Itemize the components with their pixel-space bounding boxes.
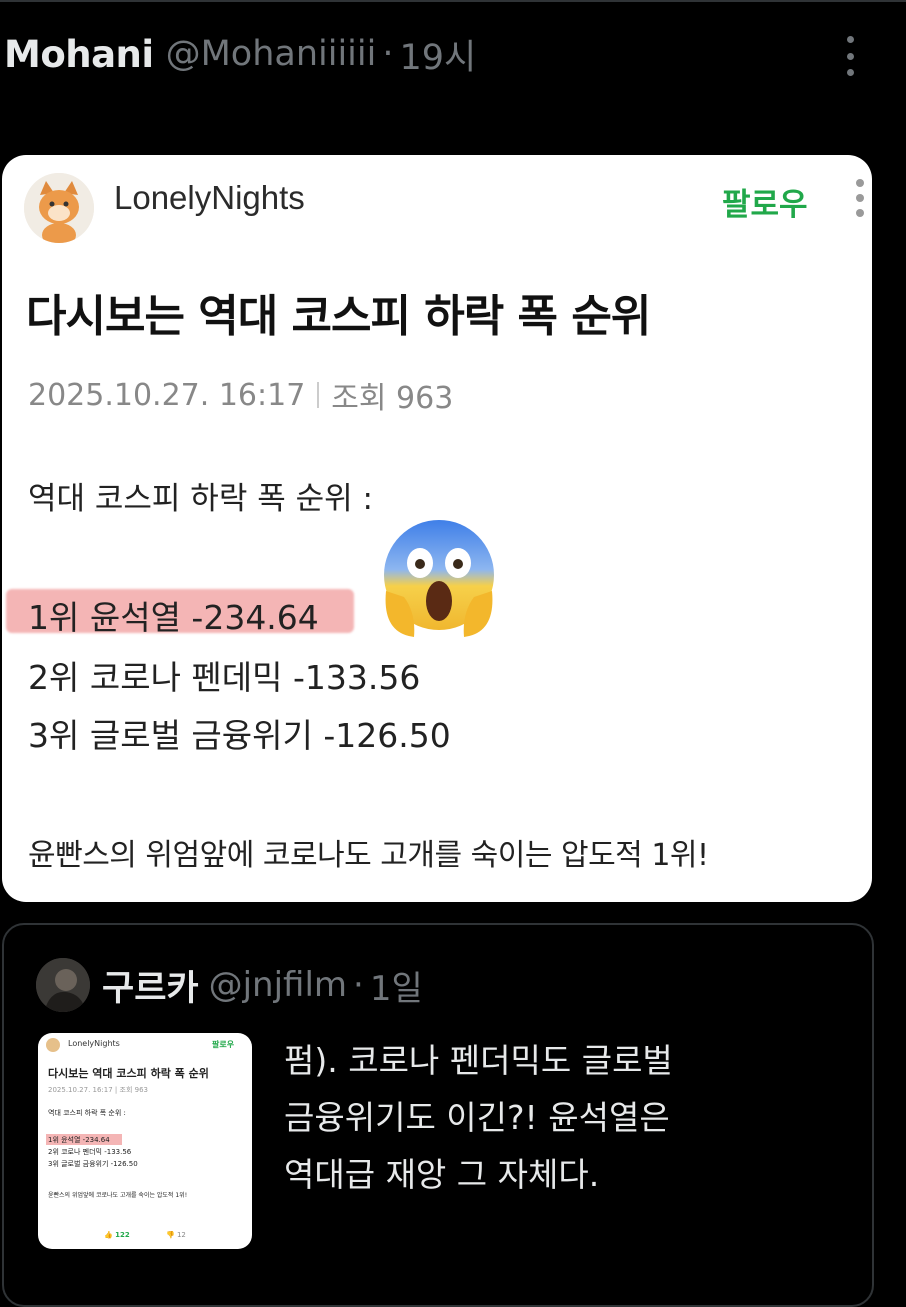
thumb-dislike-count: 👎 12	[166, 1231, 186, 1239]
card-meta: 2025.10.27. 16:17 조회 963	[28, 373, 453, 417]
thumb-follow-label: 팔로우	[212, 1040, 235, 1049]
more-options-icon[interactable]	[840, 36, 860, 76]
avatar	[24, 173, 94, 243]
post-header: Mohani @Mohaniiiiii · 19시	[4, 30, 476, 78]
quoted-timestamp[interactable]: 1일	[370, 961, 423, 1010]
post-timestamp[interactable]: 19시	[400, 29, 477, 80]
card-footer-text: 윤빤스의 위엄앞에 코로나도 고개를 숙이는 압도적 1위!	[28, 838, 709, 873]
quoted-display-name[interactable]: 구르카	[102, 960, 199, 1011]
quoted-text-line: 역대급 재앙 그 자체다.	[284, 1155, 600, 1194]
card-more-icon	[854, 179, 866, 217]
ranking-line: 3위 글로벌 금융위기 -126.50	[28, 716, 451, 755]
embedded-image[interactable]: LonelyNights 팔로우 다시보는 역대 코스피 하락 폭 순위 202…	[2, 155, 872, 902]
follow-button: 팔로우	[722, 187, 808, 223]
thumb-footer: 윤빤스의 위엄앞에 코로나도 고개를 숙이는 압도적 1위!	[48, 1192, 188, 1199]
card-date: 2025.10.27. 16:17	[28, 377, 306, 413]
card-subtitle: 역대 코스피 하락 폭 순위 :	[28, 481, 373, 517]
separator-dot: ·	[382, 34, 394, 74]
separator-dot: ·	[353, 965, 364, 1005]
card-author-name: LonelyNights	[114, 179, 305, 216]
avatar[interactable]	[36, 958, 90, 1012]
quoted-thumbnail[interactable]: LonelyNights 팔로우 다시보는 역대 코스피 하락 폭 순위 202…	[38, 1033, 252, 1249]
thumb-meta: 2025.10.27. 16:17 | 조회 963	[48, 1086, 148, 1094]
thumb-author: LonelyNights	[68, 1039, 120, 1048]
quoted-text: 펌). 코로나 펜더믹도 글로벌 금융위기도 이긴?! 윤석열은 역대급 재앙 …	[284, 1032, 754, 1203]
meta-divider	[317, 382, 320, 408]
top-divider	[0, 0, 906, 2]
avatar	[46, 1038, 60, 1052]
card-title: 다시보는 역대 코스피 하락 폭 순위	[26, 291, 651, 342]
thumb-ranking-line: 1위 윤석열 -234.64	[48, 1136, 110, 1144]
thumb-subtitle: 역대 코스피 하락 폭 순위 :	[48, 1109, 126, 1117]
ranking-line: 2위 코로나 펜데믹 -133.56	[28, 658, 421, 697]
author-display-name[interactable]: Mohani	[4, 33, 154, 76]
thumb-like-count: 👍 122	[104, 1231, 130, 1239]
quoted-header: 구르카 @jnjfilm · 1일	[102, 958, 423, 1012]
quoted-handle[interactable]: @jnjfilm	[209, 965, 347, 1005]
author-handle[interactable]: @Mohaniiiiii	[166, 34, 377, 74]
screaming-face-icon	[374, 513, 504, 643]
quoted-text-line: 펌). 코로나 펜더믹도 글로벌	[284, 1041, 673, 1080]
thumbs-down-icon: 👎	[166, 1231, 175, 1239]
thumb-title: 다시보는 역대 코스피 하락 폭 순위	[48, 1067, 209, 1080]
card-views: 조회 963	[331, 381, 454, 416]
quoted-text-line: 금융위기도 이긴?! 윤석열은	[284, 1098, 670, 1137]
thumbs-up-icon: 👍	[104, 1231, 113, 1239]
thumb-ranking-line: 2위 코로나 펜더믹 -133.56	[48, 1148, 132, 1156]
thumb-ranking-line: 3위 글로벌 금융위기 -126.50	[48, 1160, 138, 1168]
ranking-line: 1위 윤석열 -234.64	[28, 598, 319, 637]
